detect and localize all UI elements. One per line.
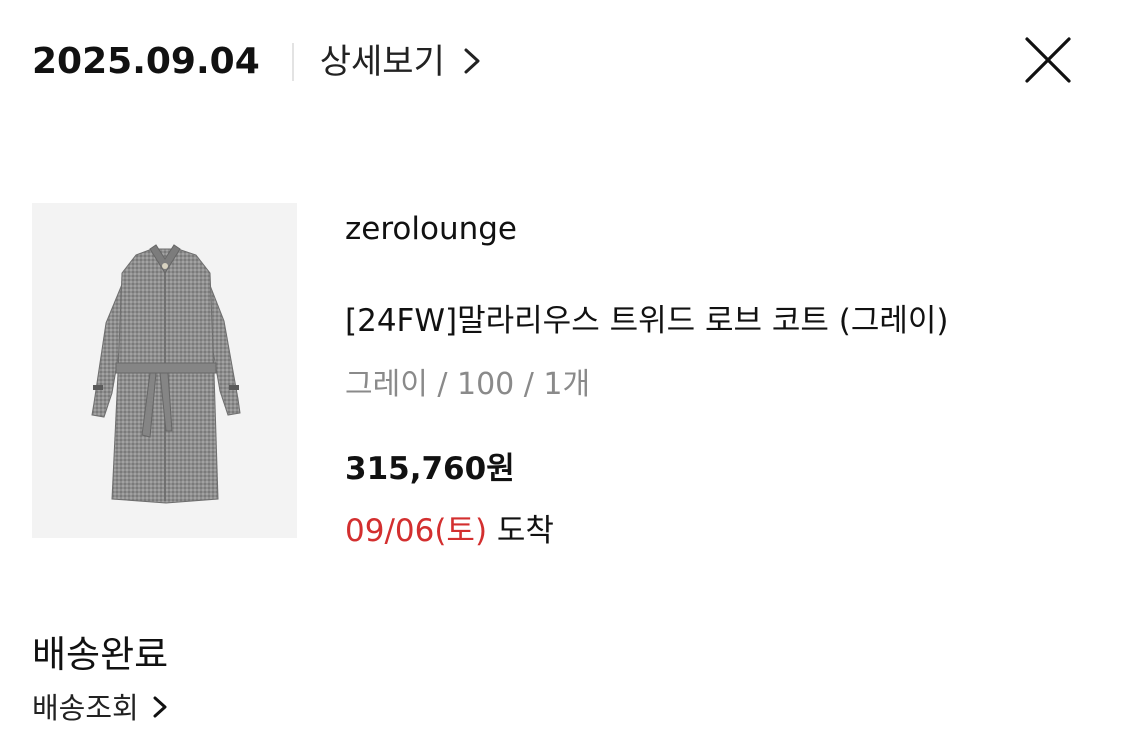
track-delivery-label: 배송조회: [32, 691, 139, 725]
product-price: 315,760원: [345, 451, 515, 487]
delivery-status-title: 배송완료: [32, 633, 169, 676]
order-date: 2025.09.04: [32, 41, 260, 82]
product-image[interactable]: [32, 203, 297, 538]
close-icon: [1023, 35, 1073, 89]
gray-tweed-coat-image: [91, 244, 241, 504]
arrival-date: 09/06(토): [345, 513, 488, 549]
chevron-right-icon: [463, 47, 481, 79]
brand-name[interactable]: zerolounge: [345, 211, 517, 247]
chevron-right-icon: [153, 695, 167, 723]
product-option: 그레이 / 100 / 1개: [345, 367, 591, 402]
view-details-label: 상세보기: [319, 42, 445, 82]
order-header: 2025.09.04 상세보기: [32, 36, 481, 88]
product-name: [24FW]말라리우스 트위드 로브 코트 (그레이): [345, 303, 949, 339]
arrival-info: 09/06(토) 도착: [345, 505, 554, 550]
track-delivery-link[interactable]: 배송조회: [32, 688, 167, 728]
arrival-suffix: 도착: [487, 513, 554, 549]
close-button[interactable]: [1018, 32, 1078, 92]
view-details-link[interactable]: 상세보기: [320, 36, 481, 88]
order-detail-page: 2025.09.04 상세보기 zerolounge [24FW]말라리우스 트…: [0, 0, 1125, 750]
header-divider: [291, 43, 294, 81]
